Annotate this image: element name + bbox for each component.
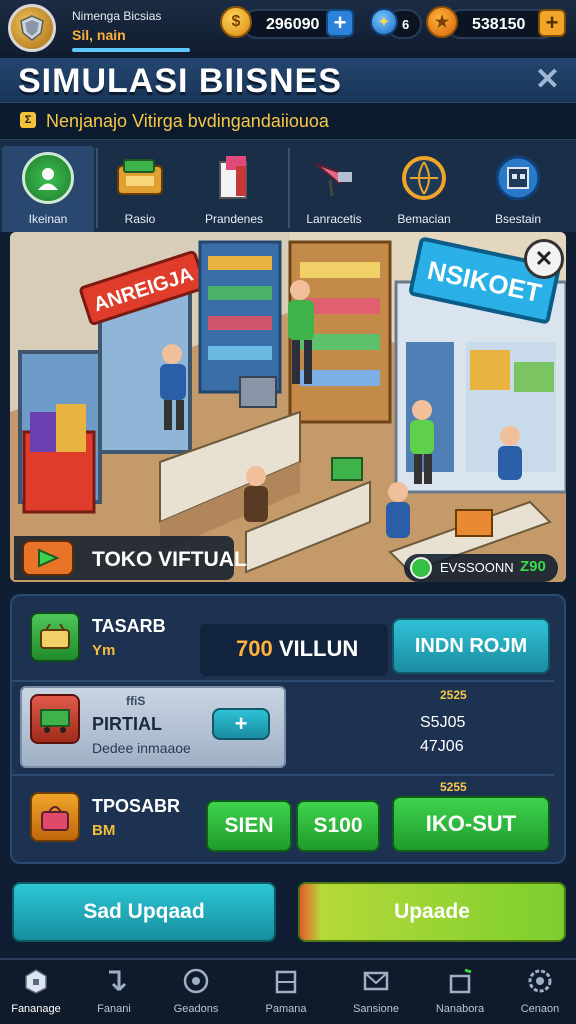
nav-label: Cenaon [520, 1003, 560, 1015]
row1-value-highlight: 700 [236, 636, 273, 661]
gift-icon [449, 968, 472, 994]
nav-label: Pamana [265, 1003, 307, 1015]
player-avatar[interactable] [8, 4, 56, 52]
globe-icon [398, 152, 450, 204]
row2-value-2: 47J06 [420, 738, 464, 755]
arrow-icon [109, 970, 127, 992]
tab-prandenes[interactable]: Prandenes [188, 146, 280, 232]
settings-icon [528, 969, 552, 993]
sad-upload-button[interactable]: Sad Upqaad [12, 882, 276, 942]
cart-icon [30, 694, 80, 744]
row2-header: 2525 [440, 688, 467, 702]
tab-label: Rasio [124, 212, 156, 226]
shopping-bag-icon [30, 792, 80, 842]
gem-coin-icon: ✦ [370, 8, 398, 36]
play-icon[interactable] [22, 540, 74, 576]
profit-coin-icon [410, 557, 432, 579]
row3-button-s100[interactable]: S100 [296, 800, 380, 852]
building-icon [275, 970, 297, 994]
row3-button-sien[interactable]: SIEN [206, 800, 292, 852]
nav-label: Sansione [353, 1003, 399, 1015]
store-icon [492, 152, 544, 204]
row3-button-ikosut[interactable]: IKO-SUT [392, 796, 550, 852]
row3-title: TPOSABR [92, 796, 181, 816]
page-subtitle: Nenjanajo Vitirga bvdingandaiiouoa [46, 111, 329, 131]
nav-fanani[interactable]: Fanani [78, 964, 150, 1022]
tab-label: Bsestain [494, 212, 542, 226]
nav-fananage[interactable]: Fananage [0, 964, 72, 1022]
shield-icon [20, 15, 44, 41]
tab-label: Ikeinan [28, 212, 68, 226]
row2-add-button[interactable]: + [212, 708, 270, 740]
scene-close-button[interactable]: ✕ [524, 239, 564, 279]
shop-icon [25, 969, 47, 994]
mail-icon [363, 971, 389, 991]
orange-value: 538150 [472, 16, 526, 33]
row1-value: 700 VILLUN [236, 636, 358, 662]
store-name: TOKO VIFTUAL [92, 548, 247, 571]
orange-coin-icon: ★ [426, 6, 458, 38]
sigma-icon: Σ [20, 112, 36, 128]
tab-label: Bemacian [397, 212, 451, 226]
target-icon [183, 968, 209, 994]
profit-value: Z90 [520, 558, 546, 575]
row3-header: 5255 [440, 780, 467, 794]
basket-icon [30, 612, 80, 662]
nav-pamana[interactable]: Pamana [250, 964, 322, 1022]
nav-cenaon[interactable]: Cenaon [504, 964, 576, 1022]
nav-label: Fananage [11, 1003, 61, 1015]
row1-action-button[interactable]: INDN ROJM [392, 618, 550, 674]
row2-description: Dedee inmaaoe [92, 740, 191, 756]
tab-bemacian[interactable]: Bemacian [378, 146, 470, 232]
nav-geadons[interactable]: Geadons [160, 964, 232, 1022]
tab-bsestain[interactable]: Bsestain [472, 146, 564, 232]
profit-label: EVSSOONN [440, 560, 514, 575]
player-subtitle: Sil, nain [72, 27, 126, 43]
tab-label: Lanracetis [306, 212, 362, 226]
nav-nanabora[interactable]: Nanabora [424, 964, 496, 1022]
upgrade-button[interactable]: Upaade [298, 882, 566, 942]
row2-value-1: S5J05 [420, 714, 466, 731]
row2-title: PIRTIAL [92, 714, 162, 734]
page-title: SIMULASI BIISNES [18, 62, 342, 100]
xp-bar [72, 48, 190, 52]
close-icon[interactable]: ✕ [535, 62, 560, 97]
megaphone-icon [308, 152, 360, 204]
row2-tag: ffiS [126, 694, 146, 708]
row-divider [12, 774, 554, 776]
gold-value: 296090 [266, 16, 320, 33]
nav-label: Nanabora [435, 1003, 485, 1015]
gem-value: 6 [402, 17, 410, 32]
store-illustration: ANREIGJA NSIKOET [10, 232, 566, 582]
row1-subtitle: Ym [92, 642, 116, 659]
tab-lanracetis[interactable]: Lanracetis [288, 146, 380, 232]
add-gold-button[interactable]: + [326, 9, 354, 37]
row1-value-rest: VILLUN [272, 636, 359, 661]
nav-sansione[interactable]: Sansione [340, 964, 412, 1022]
player-name: Nimenga Bicsias [72, 9, 162, 23]
row1-title: TASARB [92, 616, 166, 636]
tab-rasio[interactable]: Rasio [94, 146, 186, 232]
row-divider [12, 680, 554, 682]
add-orange-button[interactable]: + [538, 9, 566, 37]
store-scene: ANREIGJA NSIKOET [10, 232, 566, 582]
cash-register-icon [114, 152, 166, 204]
tab-label: Prandenes [204, 212, 264, 226]
profile-badge-icon [22, 152, 74, 204]
tab-ikeinan[interactable]: Ikeinan [2, 146, 94, 232]
product-box-icon [208, 152, 260, 204]
nav-label: Geadons [173, 1003, 219, 1015]
row3-subtitle: BM [92, 822, 116, 839]
nav-label: Fanani [97, 1003, 131, 1015]
gold-coin-icon: $ [220, 6, 252, 38]
